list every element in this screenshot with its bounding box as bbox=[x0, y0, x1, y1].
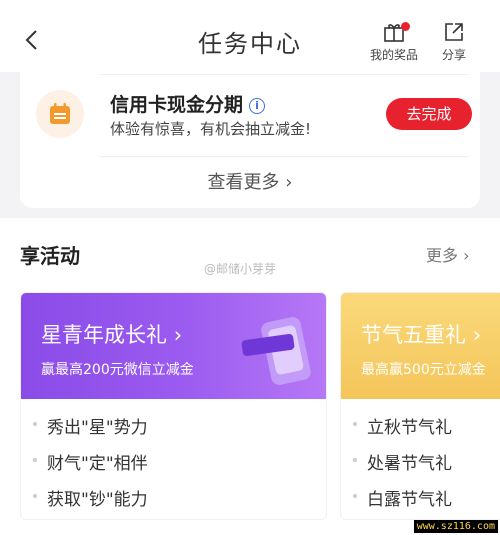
activities-section: 享活动 @邮储小芽芽 更多 › 星青年成长礼 › 赢最高200元微信立减金 秀出… bbox=[0, 218, 500, 535]
banner-subtitle: 最高赢500元立减金 bbox=[361, 362, 486, 378]
share-icon bbox=[445, 23, 463, 41]
go-complete-button[interactable]: 去完成 bbox=[386, 98, 472, 130]
notification-dot bbox=[401, 22, 410, 31]
banner-title-text: 星青年成长礼 bbox=[41, 323, 167, 347]
more-label: 更多 bbox=[426, 246, 459, 265]
banner-title: 节气五重礼 › bbox=[361, 319, 481, 349]
activity-item[interactable]: 秀出"星"势力 bbox=[33, 413, 148, 438]
chevron-right-icon: › bbox=[173, 323, 183, 347]
watermark: @邮储小芽芽 bbox=[204, 262, 277, 276]
my-prizes-label: 我的奖品 bbox=[369, 48, 418, 62]
divider bbox=[100, 156, 468, 157]
activity-banner[interactable]: 节气五重礼 › 最高赢500元立减金 bbox=[341, 293, 500, 399]
activity-item[interactable]: 财气"定"相伴 bbox=[33, 449, 148, 474]
activity-item[interactable]: 白露节气礼 bbox=[353, 485, 452, 510]
divider bbox=[100, 74, 468, 75]
top-bar: 任务中心 我的奖品 分享 bbox=[0, 0, 500, 72]
activity-banner[interactable]: 星青年成长礼 › 赢最高200元微信立减金 bbox=[21, 293, 326, 399]
chevron-right-icon: › bbox=[285, 172, 293, 193]
task-description: 体验有惊喜，有机会抽立减金! bbox=[110, 120, 312, 138]
phone-illustration bbox=[241, 317, 311, 385]
task-title-text: 信用卡现金分期 bbox=[110, 94, 244, 116]
section-title: 享活动 bbox=[20, 244, 80, 268]
activity-item[interactable]: 立秋节气礼 bbox=[353, 413, 452, 438]
share-button[interactable]: 分享 bbox=[424, 20, 484, 63]
chevron-right-icon: › bbox=[463, 246, 470, 265]
see-more-label: 查看更多 bbox=[207, 172, 280, 193]
activity-item[interactable]: 获取"钞"能力 bbox=[33, 485, 148, 510]
banner-subtitle: 赢最高200元微信立减金 bbox=[41, 362, 194, 378]
my-prizes-button[interactable]: 我的奖品 bbox=[364, 20, 424, 63]
chevron-right-icon: › bbox=[472, 323, 482, 347]
task-card: 信用卡现金分期 i 体验有惊喜，有机会抽立减金! 去完成 查看更多 › bbox=[20, 64, 480, 208]
activity-card-solar-terms[interactable]: 节气五重礼 › 最高赢500元立减金 立秋节气礼 处暑节气礼 白露节气礼 bbox=[340, 292, 500, 520]
banner-title-text: 节气五重礼 bbox=[361, 323, 466, 347]
see-more-link[interactable]: 查看更多 › bbox=[20, 168, 480, 194]
activity-item[interactable]: 处暑节气礼 bbox=[353, 449, 452, 474]
calendar-icon bbox=[36, 90, 84, 138]
task-title: 信用卡现金分期 i bbox=[110, 90, 266, 117]
activity-card-youth-growth[interactable]: 星青年成长礼 › 赢最高200元微信立减金 秀出"星"势力 财气"定"相伴 获取… bbox=[20, 292, 327, 520]
banner-title: 星青年成长礼 › bbox=[41, 319, 182, 349]
site-watermark: www.sz116.com bbox=[413, 520, 498, 533]
info-icon[interactable]: i bbox=[249, 97, 266, 114]
more-link[interactable]: 更多 › bbox=[426, 242, 470, 266]
share-label: 分享 bbox=[441, 48, 466, 62]
